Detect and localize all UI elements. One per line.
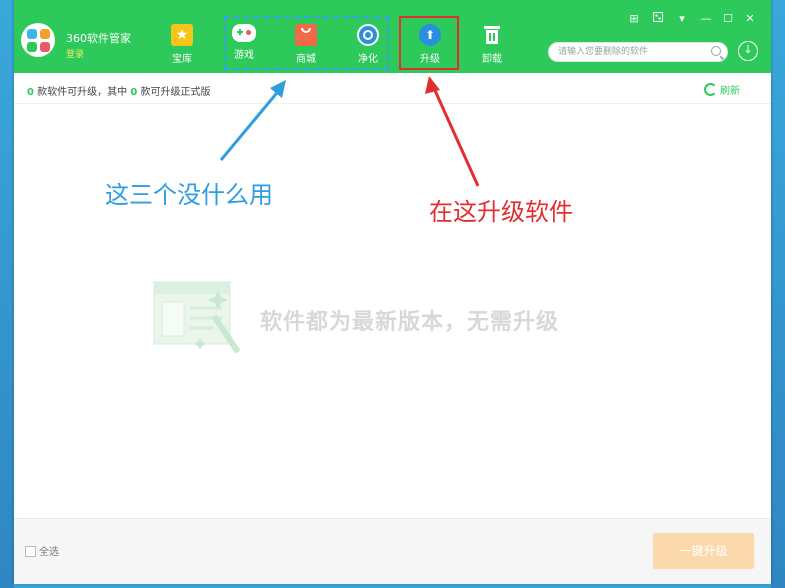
checkbox-icon[interactable] (25, 546, 36, 557)
red-arrow-head (425, 76, 440, 94)
desktop-background-left (0, 0, 14, 588)
blue-arrow-line (219, 87, 283, 161)
app-window: 360软件管家 登录 ★ 宝库 游戏 商城 净化 ⬆ 升级 卸载 ⊞ ▾ — ☐… (14, 0, 771, 584)
select-all-checkbox[interactable]: 全选 (25, 543, 59, 558)
select-all-label: 全选 (39, 547, 59, 558)
footer-bar: 全选 一键升级 (14, 518, 771, 584)
blue-arrow-head (270, 80, 286, 98)
empty-state-message: 软件都为最新版本，无需升级 (260, 310, 560, 335)
desktop-background-right (771, 0, 785, 588)
annotation-blue-text: 这三个没什么用 (105, 181, 273, 209)
annotation-arrows (219, 76, 480, 187)
empty-state-illustration (153, 281, 241, 354)
one-key-upgrade-button[interactable]: 一键升级 (653, 533, 754, 569)
annotation-red-text: 在这升级软件 (429, 198, 573, 226)
red-arrow-line (431, 85, 480, 187)
